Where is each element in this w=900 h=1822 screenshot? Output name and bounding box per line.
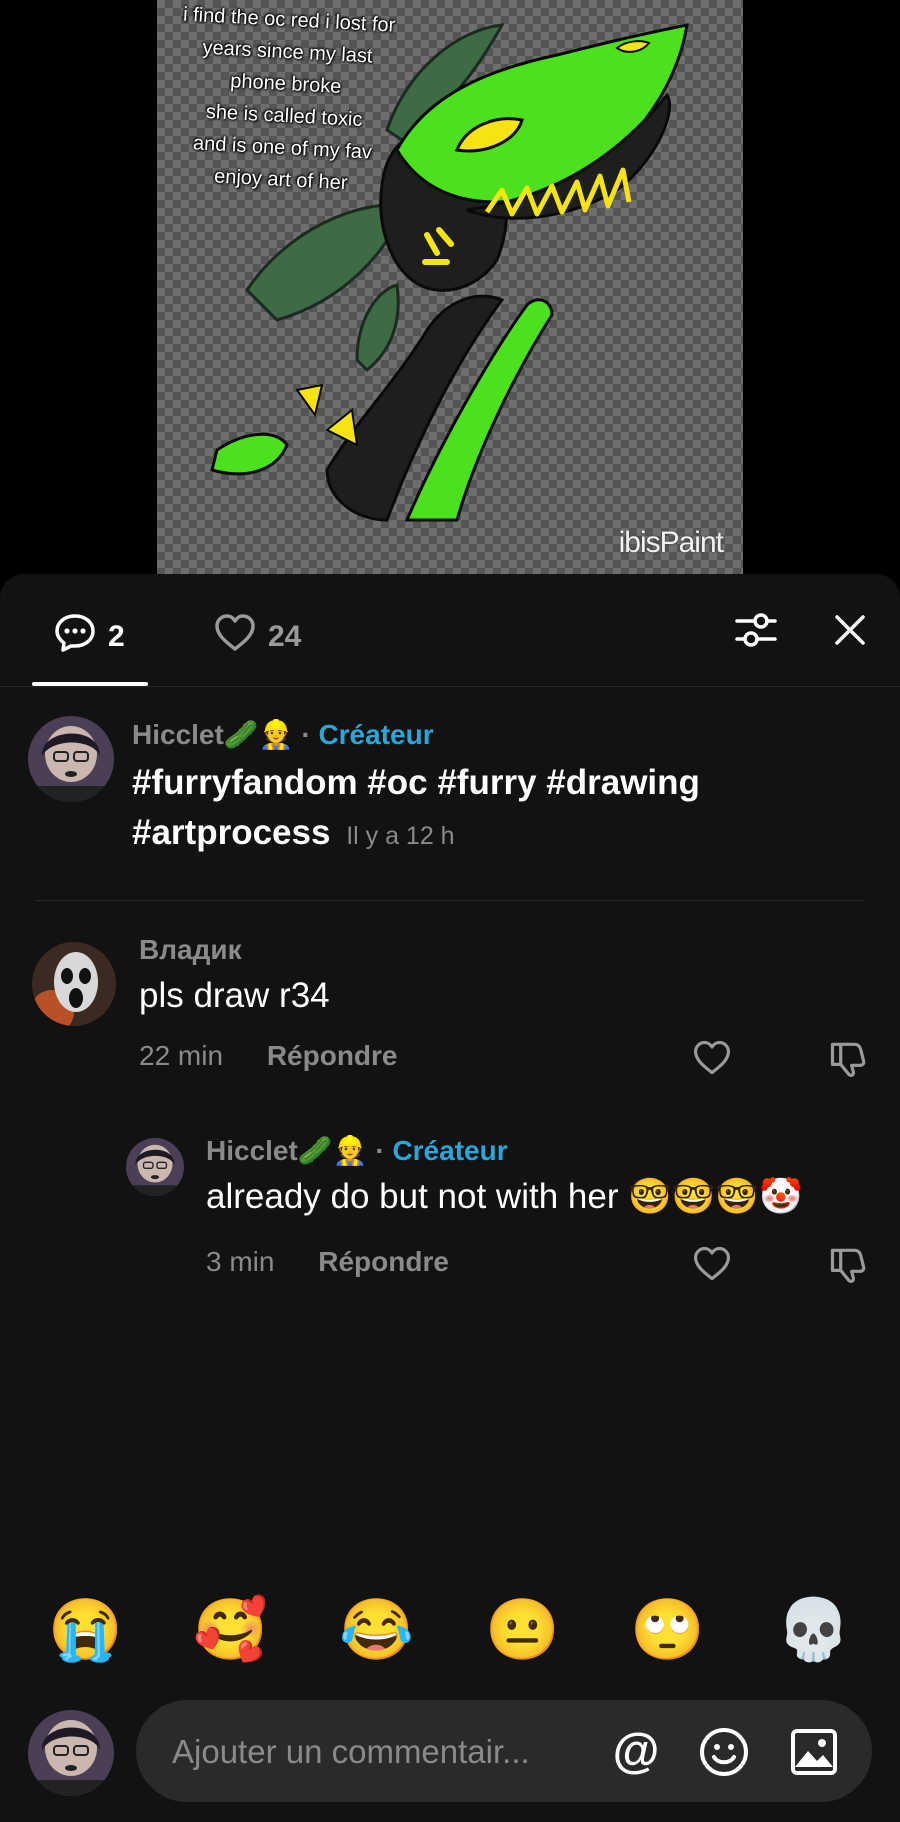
reply-name-line: Hicclet🥒👷 · Créateur xyxy=(206,1135,508,1166)
creator-name-line: Hicclet🥒👷 · Créateur xyxy=(132,719,434,750)
reaction-tears-of-joy-emoji[interactable]: 😂 xyxy=(339,1594,414,1666)
creator-badge: Créateur xyxy=(318,719,434,750)
heart-icon xyxy=(212,610,258,664)
reply-time: 3 min xyxy=(206,1246,275,1277)
ibispaint-watermark: ibisPaint xyxy=(618,526,724,559)
avatar[interactable] xyxy=(32,942,116,1026)
reaction-smiling-hearts-emoji[interactable]: 🥰 xyxy=(193,1594,268,1666)
avatar xyxy=(28,1710,114,1796)
comment-text: pls draw r34 xyxy=(139,976,330,1015)
comment-meta: 22 min Répondre xyxy=(139,1040,398,1072)
reaction-crying-emoji[interactable]: 😭 xyxy=(48,1594,123,1666)
tab-likes[interactable]: 24 xyxy=(212,610,301,664)
tab-comments[interactable]: 2 xyxy=(52,610,125,664)
close-icon[interactable] xyxy=(824,604,876,656)
comments-header: 2 24 xyxy=(0,574,900,687)
dislike-thumb-down-icon[interactable] xyxy=(826,1036,870,1080)
comment-username[interactable]: Владик xyxy=(139,934,242,966)
reaction-eye-roll-emoji[interactable]: 🙄 xyxy=(630,1594,705,1666)
comment-time: 22 min xyxy=(139,1040,224,1071)
avatar[interactable] xyxy=(126,1138,184,1196)
active-tab-indicator xyxy=(32,682,148,686)
dislike-thumb-down-icon[interactable] xyxy=(826,1242,870,1286)
like-count: 24 xyxy=(268,620,302,653)
reaction-neutral-face-emoji[interactable]: 😐 xyxy=(485,1594,560,1666)
comment-input[interactable] xyxy=(170,1700,594,1804)
quick-reaction-bar: 😭 🥰 😂 😐 🙄 💀 xyxy=(0,1594,900,1674)
comment-count: 2 xyxy=(108,620,125,653)
reply-button[interactable]: Répondre xyxy=(267,1040,398,1071)
username[interactable]: Hicclet🥒👷 xyxy=(206,1135,368,1166)
caption-time: Il y a 12 h xyxy=(346,822,455,850)
reply-button[interactable]: Répondre xyxy=(318,1246,449,1277)
post-artwork: i find the oc red i lost for years since… xyxy=(157,0,743,574)
reply-meta: 3 min Répondre xyxy=(206,1246,449,1278)
divider xyxy=(36,900,864,901)
like-comment-heart-icon[interactable] xyxy=(690,1242,734,1286)
reaction-skull-emoji[interactable]: 💀 xyxy=(776,1594,851,1666)
reply-text: already do but not with her 🤓🤓🤓🤡 xyxy=(206,1177,803,1216)
username[interactable]: Hicclet🥒👷 xyxy=(132,719,294,750)
comments-panel: 2 24 Hicclet🥒👷 · Créateur #furryfandom #… xyxy=(0,574,900,1822)
emoji-icon[interactable] xyxy=(698,1726,750,1778)
like-comment-heart-icon[interactable] xyxy=(690,1036,734,1080)
post-caption: #furryfandom #oc #furry #drawing #artpro… xyxy=(132,758,872,861)
image-icon[interactable] xyxy=(788,1726,840,1778)
artwork-caption: i find the oc red i lost for years since… xyxy=(160,0,410,202)
at-icon[interactable]: @ xyxy=(610,1726,662,1778)
comment-composer: @ xyxy=(136,1700,872,1804)
filter-sliders-icon[interactable] xyxy=(730,604,782,656)
creator-badge: Créateur xyxy=(392,1135,508,1166)
avatar[interactable] xyxy=(28,716,114,802)
comment-icon xyxy=(52,610,98,664)
